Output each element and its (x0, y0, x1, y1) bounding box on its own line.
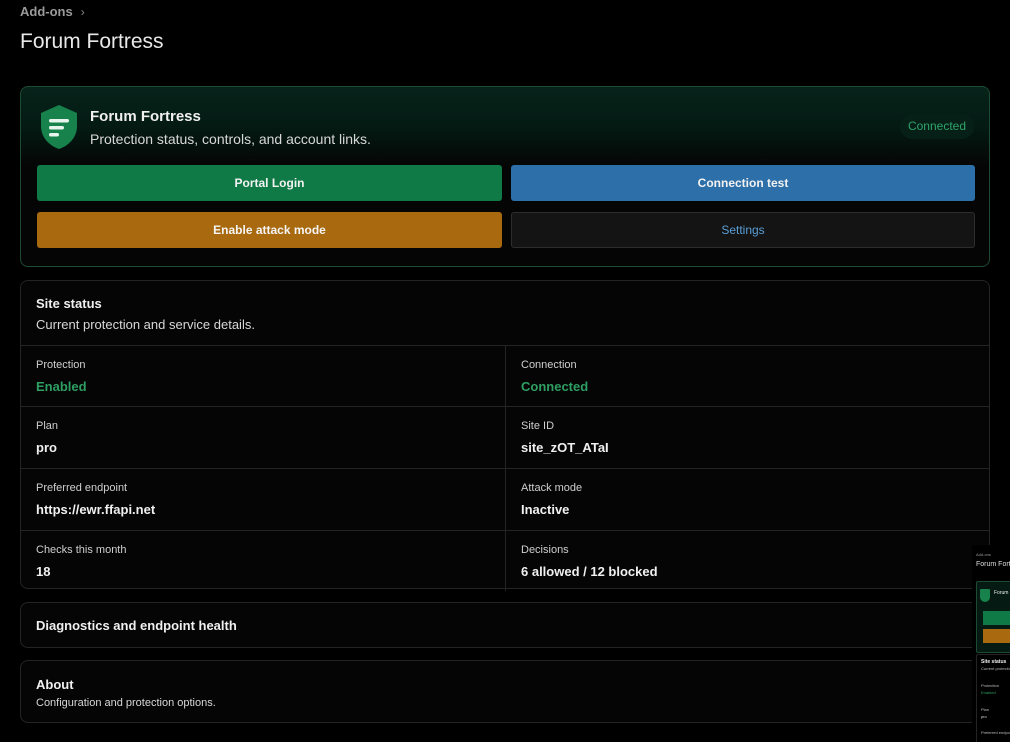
status-row: Protection Enabled Connection Connected (21, 345, 989, 406)
preview-label: Protection (981, 683, 1000, 688)
diagnostics-title: Diagnostics and endpoint health (36, 618, 237, 633)
status-row: Plan pro Site ID site_zOT_ATaI (21, 406, 989, 468)
about-description: Configuration and protection options. (36, 697, 216, 709)
addon-hero-card: Forum Fortress Protection status, contro… (20, 86, 990, 267)
status-value: Inactive (521, 502, 570, 517)
status-cell-attack-mode: Attack mode Inactive (506, 469, 989, 530)
preview-title: Forum Fortress (976, 561, 1010, 568)
status-cell-preferred-endpoint: Preferred endpoint https://ewr.ffapi.net (21, 469, 506, 530)
status-cell-protection: Protection Enabled (21, 346, 506, 406)
status-label: Connection (521, 359, 577, 371)
breadcrumb-link-add-ons[interactable]: Add-ons (20, 4, 73, 19)
chevron-right-icon: › (80, 4, 85, 19)
page-preview-thumbnail: Add-ons Forum Fortress Forum Fortress Si… (972, 545, 1010, 742)
preview-status-title: Site status (981, 659, 1007, 665)
status-value: 18 (36, 564, 51, 579)
portal-login-button[interactable]: Portal Login (37, 165, 502, 201)
status-label: Plan (36, 420, 59, 432)
preview-status-desc: Current protection and service details. (981, 666, 1010, 671)
addon-description: Protection status, controls, and account… (90, 131, 371, 147)
preview-shield-icon (980, 589, 990, 602)
preview-addon-name: Forum Fortress (994, 590, 1010, 596)
status-label: Decisions (521, 544, 569, 556)
preview-label: Plan (981, 707, 990, 712)
connection-test-button[interactable]: Connection test (511, 165, 975, 201)
status-value: 6 allowed / 12 blocked (521, 564, 658, 579)
status-value: Enabled (36, 379, 87, 394)
about-section: About Configuration and protection optio… (20, 660, 990, 723)
status-cell-site-id: Site ID site_zOT_ATaI (506, 407, 989, 468)
enable-attack-mode-button[interactable]: Enable attack mode (37, 212, 502, 248)
status-grid: Protection Enabled Connection Connected … (21, 345, 989, 591)
site-status-card: Site status Current protection and servi… (20, 280, 990, 591)
status-label: Checks this month (36, 544, 127, 556)
site-status-title: Site status (36, 296, 102, 311)
diagnostics-section-toggle[interactable]: Diagnostics and endpoint health (20, 602, 990, 648)
site-status-description: Current protection and service details. (36, 317, 255, 332)
status-cell-decisions: Decisions 6 allowed / 12 blocked (506, 531, 989, 591)
status-value: pro (36, 440, 57, 455)
status-label: Attack mode (521, 482, 583, 494)
addon-name: Forum Fortress (90, 108, 201, 125)
status-row: Preferred endpoint https://ewr.ffapi.net… (21, 468, 989, 530)
settings-button[interactable]: Settings (511, 212, 975, 248)
status-row: Checks this month 18 Decisions 6 allowed… (21, 530, 989, 591)
status-value: site_zOT_ATaI (521, 440, 609, 455)
about-title: About (36, 677, 74, 692)
status-label: Site ID (521, 420, 555, 432)
page-title: Forum Fortress (20, 30, 164, 53)
preview-value: Enabled (981, 690, 996, 695)
breadcrumb: Add-ons › (20, 4, 85, 19)
shield-icon (41, 105, 77, 149)
status-label: Protection (36, 359, 86, 371)
preview-breadcrumb: Add-ons (976, 552, 991, 557)
preview-label: Preferred endpoint (981, 730, 1010, 735)
status-cell-connection: Connection Connected (506, 346, 989, 406)
status-label: Preferred endpoint (36, 482, 128, 494)
status-cell-checks: Checks this month 18 (21, 531, 506, 591)
status-value: https://ewr.ffapi.net (36, 502, 156, 517)
preview-login-button (983, 611, 1010, 625)
preview-value: pro (981, 714, 987, 719)
status-cell-plan: Plan pro (21, 407, 506, 468)
preview-attack-button (983, 629, 1010, 643)
status-value: Connected (521, 379, 589, 394)
connection-status-badge: Connected (899, 114, 974, 139)
